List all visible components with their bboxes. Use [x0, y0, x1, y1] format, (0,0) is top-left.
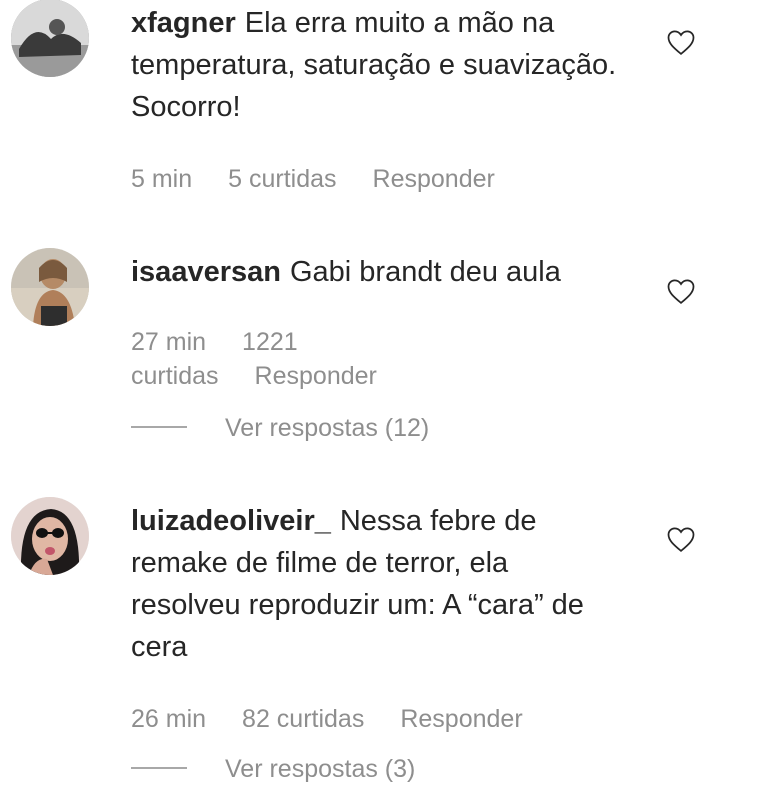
view-replies-label: Ver respostas (12) — [225, 414, 430, 442]
comment-time: 5 min — [131, 165, 193, 193]
avatar[interactable] — [11, 0, 89, 77]
reply-button[interactable]: Responder — [255, 362, 377, 390]
comment-meta: 27 min 1221 curtidas Responder — [131, 325, 511, 393]
replies-divider-line — [131, 426, 187, 429]
comment-username[interactable]: isaaversan — [131, 256, 281, 288]
comment-username[interactable]: luizadeoliveir_ — [131, 505, 331, 537]
comment-likes[interactable]: 82 curtidas — [242, 705, 364, 733]
reply-button[interactable]: Responder — [400, 705, 522, 733]
comment-body: Gabi brandt deu aula — [289, 256, 561, 288]
like-heart-icon[interactable] — [666, 277, 696, 305]
avatar[interactable] — [11, 248, 89, 326]
comment-text: isaaversan Gabi brandt deu aula — [131, 251, 631, 293]
replies-divider-line — [131, 767, 187, 770]
view-replies-button[interactable]: Ver respostas (3) — [131, 752, 415, 786]
comment-text: xfagner Ela erra muito a mão na temperatu… — [131, 2, 641, 128]
comment-meta: 26 min 82 curtidas Responder — [131, 702, 651, 736]
view-replies-button[interactable]: Ver respostas (12) — [131, 411, 429, 445]
comment-username[interactable]: xfagner — [131, 7, 236, 39]
comment-time: 26 min — [131, 705, 207, 733]
comment-text: luizadeoliveir_ Nessa febre de remake de … — [131, 500, 611, 668]
like-heart-icon[interactable] — [666, 28, 696, 56]
avatar[interactable] — [11, 497, 89, 575]
like-heart-icon[interactable] — [666, 525, 696, 553]
reply-button[interactable]: Responder — [373, 165, 495, 193]
view-replies-label: Ver respostas (3) — [225, 755, 416, 783]
comment-time: 27 min — [131, 328, 207, 356]
comment-meta: 5 min 5 curtidas Responder — [131, 162, 651, 196]
comment-likes[interactable]: 5 curtidas — [228, 165, 336, 193]
